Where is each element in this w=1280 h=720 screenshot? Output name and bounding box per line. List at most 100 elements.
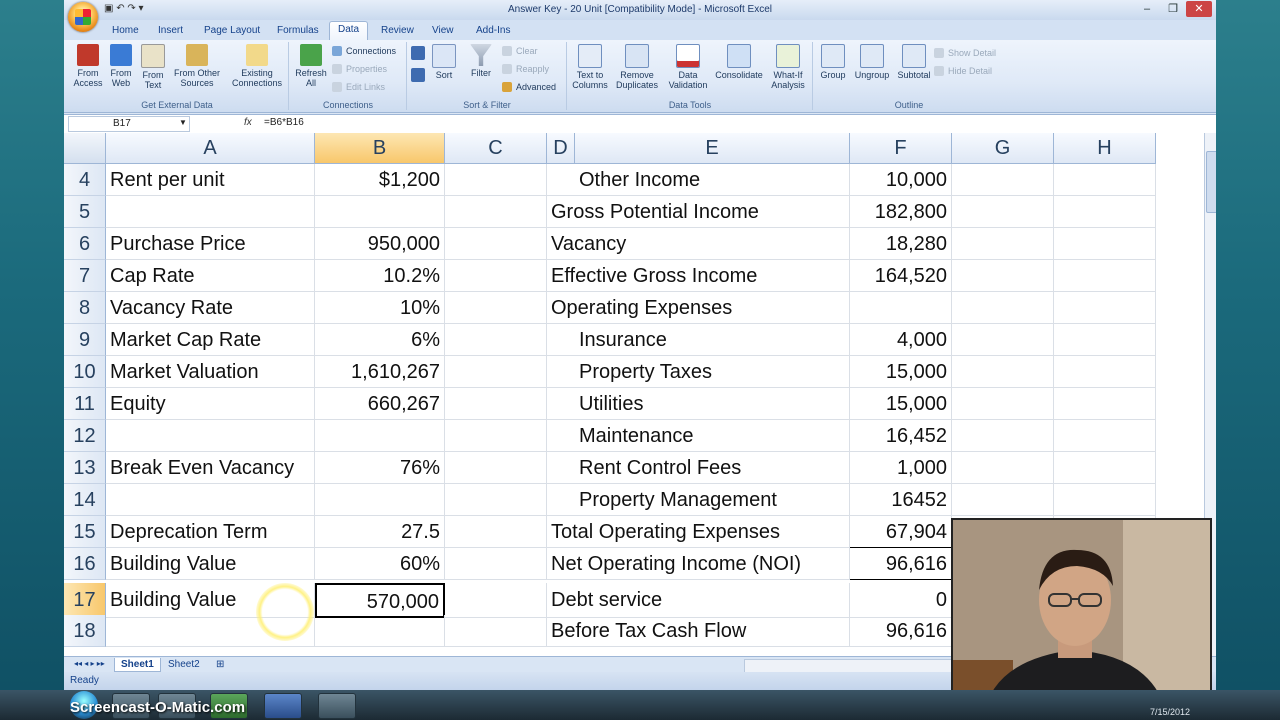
cell-h[interactable] (1054, 484, 1156, 516)
cell-g[interactable] (952, 452, 1054, 484)
cell-h[interactable] (1054, 452, 1156, 484)
clear-filter-button[interactable]: Clear (502, 44, 538, 58)
advanced-filter-button[interactable]: Advanced (502, 80, 556, 94)
cell-b[interactable]: 950,000 (315, 228, 445, 260)
cell-h[interactable] (1054, 292, 1156, 324)
cell-g[interactable] (952, 420, 1054, 452)
cell-b[interactable] (315, 615, 445, 647)
row-header[interactable]: 7 (64, 260, 106, 292)
cell-h[interactable] (1054, 196, 1156, 228)
close-icon[interactable]: ✕ (1186, 1, 1212, 17)
sheet-tab-2[interactable]: Sheet2 (162, 658, 206, 671)
row-header[interactable]: 14 (64, 484, 106, 516)
cell-b[interactable]: 10.2% (315, 260, 445, 292)
cell-e[interactable]: Utilities (547, 388, 850, 420)
tab-home[interactable]: Home (104, 23, 147, 38)
cell-f[interactable]: 15,000 (850, 388, 952, 420)
cell-f[interactable]: 182,800 (850, 196, 952, 228)
cell-c[interactable] (445, 615, 547, 647)
data-validation-button[interactable]: Data Validation (666, 44, 710, 90)
office-button[interactable] (68, 2, 98, 32)
row-header[interactable]: 12 (64, 420, 106, 452)
taskbar-word-button[interactable] (264, 693, 302, 719)
cell-b[interactable]: 10% (315, 292, 445, 324)
cell-a[interactable] (106, 420, 315, 452)
cell-e[interactable]: Maintenance (547, 420, 850, 452)
row-header[interactable]: 9 (64, 324, 106, 356)
row-header[interactable]: 13 (64, 452, 106, 484)
cell-f[interactable]: 164,520 (850, 260, 952, 292)
cell-e[interactable]: Debt service (547, 583, 850, 618)
group-button[interactable]: Group (816, 44, 850, 80)
row-header[interactable]: 5 (64, 196, 106, 228)
from-other-sources-button[interactable]: From Other Sources (170, 44, 224, 88)
cell-g[interactable] (952, 228, 1054, 260)
cell-a[interactable]: Purchase Price (106, 228, 315, 260)
cell-e[interactable]: Other Income (547, 164, 850, 196)
sheet-tab-1[interactable]: Sheet1 (114, 658, 161, 672)
cell-e[interactable]: Insurance (547, 324, 850, 356)
vertical-scroll-thumb[interactable] (1206, 151, 1216, 213)
cell-f[interactable]: 16,452 (850, 420, 952, 452)
cell-f[interactable]: 96,616 (850, 548, 952, 580)
properties-button[interactable]: Properties (332, 62, 387, 76)
cell-h[interactable] (1054, 324, 1156, 356)
cell-b[interactable]: 660,267 (315, 388, 445, 420)
cell-b[interactable]: 76% (315, 452, 445, 484)
row-header[interactable]: 15 (64, 516, 106, 548)
cell-e[interactable]: Gross Potential Income (547, 196, 850, 228)
sort-za-button[interactable] (408, 68, 428, 84)
tab-review[interactable]: Review (373, 23, 422, 38)
cell-h[interactable] (1054, 388, 1156, 420)
column-header-a[interactable]: A (106, 133, 315, 164)
connections-button[interactable]: Connections (332, 44, 396, 58)
column-header-e[interactable]: E (575, 133, 850, 164)
cell-g[interactable] (952, 356, 1054, 388)
cell-a[interactable]: Rent per unit (106, 164, 315, 196)
cell-f[interactable]: 4,000 (850, 324, 952, 356)
cell-e[interactable]: Rent Control Fees (547, 452, 850, 484)
row-header[interactable]: 8 (64, 292, 106, 324)
cell-b[interactable]: 60% (315, 548, 445, 580)
column-header-b[interactable]: B (315, 133, 445, 164)
cell-g[interactable] (952, 292, 1054, 324)
what-if-analysis-button[interactable]: What-If Analysis (766, 44, 810, 90)
cell-c[interactable] (445, 452, 547, 484)
cell-f[interactable]: 18,280 (850, 228, 952, 260)
cell-e[interactable]: Before Tax Cash Flow (547, 615, 850, 647)
cell-e[interactable]: Total Operating Expenses (547, 516, 850, 548)
cell-b[interactable]: 1,610,267 (315, 356, 445, 388)
formula-input[interactable]: =B6*B16 (264, 117, 304, 128)
cell-g[interactable] (952, 164, 1054, 196)
sort-az-button[interactable] (408, 46, 428, 62)
column-header-c[interactable]: C (445, 133, 547, 164)
cell-f[interactable]: 96,616 (850, 615, 952, 647)
row-header[interactable]: 17 (64, 583, 106, 618)
row-header[interactable]: 10 (64, 356, 106, 388)
cell-c[interactable] (445, 324, 547, 356)
cell-a[interactable]: Building Value (106, 548, 315, 580)
cell-e[interactable]: Effective Gross Income (547, 260, 850, 292)
column-header-d[interactable]: D (547, 133, 575, 164)
edit-links-button[interactable]: Edit Links (332, 80, 385, 94)
cell-f[interactable]: 0 (850, 583, 952, 618)
cell-b[interactable] (315, 420, 445, 452)
row-header[interactable]: 16 (64, 548, 106, 580)
cell-h[interactable] (1054, 164, 1156, 196)
cell-g[interactable] (952, 196, 1054, 228)
cell-g[interactable] (952, 260, 1054, 292)
cell-c[interactable] (445, 228, 547, 260)
cell-g[interactable] (952, 388, 1054, 420)
cell-f[interactable]: 10,000 (850, 164, 952, 196)
show-detail-button[interactable]: Show Detail (934, 46, 996, 60)
cell-a[interactable]: Market Valuation (106, 356, 315, 388)
existing-connections-button[interactable]: Existing Connections (228, 44, 286, 88)
cell-g[interactable] (952, 484, 1054, 516)
active-cell[interactable]: 570,000 (315, 583, 445, 618)
cell-c[interactable] (445, 420, 547, 452)
cell-f[interactable]: 15,000 (850, 356, 952, 388)
taskbar-recorder-button[interactable] (318, 693, 356, 719)
cell-b[interactable]: 27.5 (315, 516, 445, 548)
cell-b[interactable]: 6% (315, 324, 445, 356)
from-access-button[interactable]: From Access (70, 44, 106, 88)
